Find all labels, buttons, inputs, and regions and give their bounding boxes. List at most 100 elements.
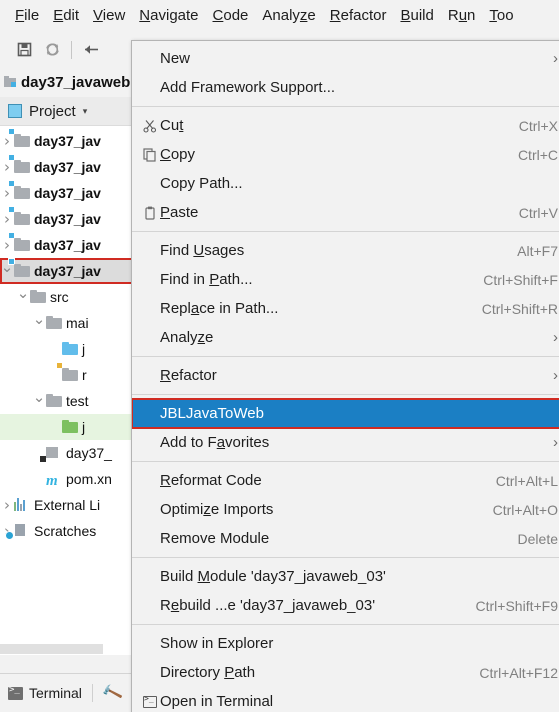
context-menu-item-label: Cut <box>160 117 184 134</box>
chevron-down-icon[interactable] <box>32 392 46 410</box>
project-view-icon <box>8 104 22 118</box>
scissors-icon <box>140 119 160 133</box>
test-sources-root-folder-icon <box>62 420 78 434</box>
context-menu-item-label: Refactor <box>160 367 217 384</box>
toolbar-divider <box>71 40 72 59</box>
context-menu-item[interactable]: Paste Ctrl+V <box>132 198 559 227</box>
tree-node-label: test <box>66 393 89 409</box>
context-menu-item-shortcut: Ctrl+V <box>518 204 558 221</box>
context-menu-item[interactable]: Copy Ctrl+C <box>132 140 559 169</box>
menubar-item-edit[interactable]: Edit <box>46 5 86 26</box>
tree-node[interactable]: External Li <box>0 492 136 518</box>
context-menu-item[interactable]: Build Module 'day37_javaweb_03' <box>132 562 559 591</box>
tree-node[interactable]: Scratches <box>0 518 136 544</box>
context-menu-item-label: JBLJavaToWeb <box>160 405 264 422</box>
context-menu-item[interactable]: Refactor › <box>132 361 559 390</box>
context-menu-item-shortcut: Ctrl+Shift+R <box>481 300 558 317</box>
tree-node[interactable]: j <box>0 414 136 440</box>
menubar-item-file[interactable]: File <box>8 5 46 26</box>
breadcrumb-project-name[interactable]: day37_javaweb <box>21 74 130 91</box>
context-menu-item[interactable]: Open in Terminal <box>132 687 559 712</box>
tree-node[interactable]: day37_jav <box>0 128 136 154</box>
bottom-tab-terminal-label: Terminal <box>29 685 82 701</box>
context-menu-item[interactable]: Find Usages Alt+F7 <box>132 236 559 265</box>
hammer-icon[interactable]: 🔨 <box>100 681 124 704</box>
tree-node[interactable]: m pom.xn <box>0 466 136 492</box>
terminal-icon <box>8 685 23 700</box>
menubar-item-build[interactable]: Build <box>393 5 440 26</box>
context-menu-item-label: Add Framework Support... <box>160 79 336 96</box>
tree-node[interactable]: r <box>0 362 136 388</box>
module-folder-icon <box>8 206 30 226</box>
context-menu-item-shortcut: Alt+F7 <box>517 242 558 259</box>
synchronize-button[interactable] <box>38 36 66 64</box>
context-menu-item[interactable]: Add to Favorites › <box>132 428 559 457</box>
clipboard-icon <box>140 206 160 220</box>
project-tool-window-title: Project <box>29 102 76 120</box>
context-menu-item[interactable]: Find in Path... Ctrl+Shift+F <box>132 265 559 294</box>
context-menu-item-label: Rebuild ...e 'day37_javaweb_03' <box>160 597 376 614</box>
context-menu-item[interactable]: JBLJavaToWeb <box>132 398 559 429</box>
context-menu-item[interactable]: Cut Ctrl+X <box>132 111 559 140</box>
back-button[interactable] <box>77 36 105 64</box>
menubar-item-view[interactable]: View <box>86 5 132 26</box>
project-icon <box>4 75 18 90</box>
chevron-down-icon[interactable]: ▾ <box>83 106 88 117</box>
context-menu-item[interactable]: Add Framework Support... <box>132 73 559 102</box>
tree-node[interactable]: day37_jav <box>0 258 136 284</box>
save-all-button[interactable] <box>10 36 38 64</box>
context-menu-item[interactable]: Show in Explorer <box>132 629 559 658</box>
tree-node[interactable]: src <box>0 284 136 310</box>
tree-node-label: day37_jav <box>34 211 101 227</box>
context-menu-item[interactable]: New › <box>132 44 559 73</box>
folder-icon <box>46 316 62 330</box>
save-icon <box>17 42 31 57</box>
menu-separator <box>132 106 559 107</box>
context-menu-item-label: Directory Path <box>160 664 256 681</box>
menu-separator <box>132 557 559 558</box>
scrollbar-thumb[interactable] <box>0 644 103 654</box>
tree-node[interactable]: j <box>0 336 136 362</box>
menubar-item-refactor[interactable]: Refactor <box>323 5 394 26</box>
copy-icon <box>140 147 160 162</box>
context-menu-item[interactable]: Remove Module Delete <box>132 524 559 553</box>
tree-node-label: day37_jav <box>34 263 101 279</box>
tree-node[interactable]: test <box>0 388 136 414</box>
context-menu-item-label: Remove Module <box>160 530 270 547</box>
context-menu-item-label: Copy <box>160 146 196 163</box>
context-menu-item-label: Replace in Path... <box>160 300 279 317</box>
menubar-item-analyze[interactable]: Analyze <box>255 5 322 26</box>
context-menu-item[interactable]: Analyze › <box>132 323 559 352</box>
tree-node[interactable]: day37_ <box>0 440 136 466</box>
menubar-item-run[interactable]: Run <box>441 5 483 26</box>
chevron-down-icon[interactable] <box>16 288 30 306</box>
tree-node[interactable]: mai <box>0 310 136 336</box>
tree-node-label: src <box>50 289 69 305</box>
context-menu-item[interactable]: Optimize Imports Ctrl+Alt+O <box>132 495 559 524</box>
tree-node[interactable]: day37_jav <box>0 180 136 206</box>
menubar-item-code[interactable]: Code <box>206 5 256 26</box>
module-folder-icon <box>8 180 30 200</box>
project-tree-horizontal-scrollbar[interactable] <box>0 643 136 655</box>
context-menu-item[interactable]: Replace in Path... Ctrl+Shift+R <box>132 294 559 323</box>
chevron-down-icon[interactable] <box>32 314 46 332</box>
context-menu-item[interactable]: Reformat Code Ctrl+Alt+L <box>132 466 559 495</box>
context-menu[interactable]: New › Add Framework Support... Cut Ctrl+X Cop… <box>131 40 559 712</box>
tree-node[interactable]: day37_jav <box>0 206 136 232</box>
context-menu-item[interactable]: Copy Path... <box>132 169 559 198</box>
menubar-item-navigate[interactable]: Navigate <box>132 5 205 26</box>
menu-separator <box>132 624 559 625</box>
project-tree[interactable]: day37_jav day37_jav day37_jav day37_jav day3… <box>0 126 136 544</box>
tree-node[interactable]: day37_jav <box>0 232 136 258</box>
bottom-tab-terminal[interactable]: Terminal <box>8 685 82 701</box>
context-menu-item-shortcut: Ctrl+Alt+F12 <box>479 664 558 681</box>
chevron-right-icon[interactable] <box>0 496 14 514</box>
context-menu-item[interactable]: Rebuild ...e 'day37_javaweb_03' Ctrl+Shif… <box>132 591 559 620</box>
context-menu-item-label: New <box>160 50 191 67</box>
chevron-right-icon: › <box>553 329 558 346</box>
context-menu-item[interactable]: Directory Path Ctrl+Alt+F12 <box>132 658 559 687</box>
tree-node[interactable]: day37_jav <box>0 154 136 180</box>
menubar-item-too[interactable]: Too <box>482 5 520 26</box>
project-tool-window-header[interactable]: Project ▾ <box>0 97 136 126</box>
menu-separator <box>132 231 559 232</box>
